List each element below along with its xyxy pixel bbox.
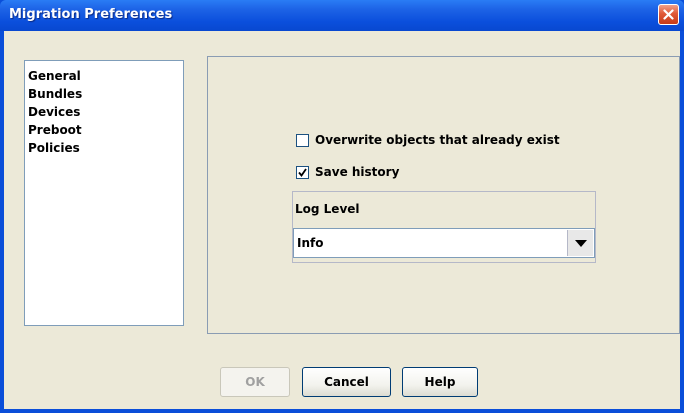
- category-item-bundles[interactable]: Bundles: [28, 85, 183, 103]
- general-settings-panel: Overwrite objects that already exist Sav…: [207, 56, 680, 334]
- preferences-category-list[interactable]: General Bundles Devices Preboot Policies: [24, 60, 184, 326]
- overwrite-label: Overwrite objects that already exist: [315, 133, 560, 147]
- window-title: Migration Preferences: [9, 7, 173, 22]
- save-history-option[interactable]: Save history: [296, 165, 399, 179]
- category-item-general[interactable]: General: [28, 67, 183, 85]
- close-x-icon: [663, 9, 674, 20]
- log-level-selected-value: Info: [297, 236, 324, 250]
- log-level-dropdown[interactable]: Info: [293, 228, 595, 258]
- category-item-devices[interactable]: Devices: [28, 103, 183, 121]
- chevron-down-icon: [574, 239, 587, 247]
- overwrite-option[interactable]: Overwrite objects that already exist: [296, 133, 560, 147]
- cancel-button[interactable]: Cancel: [302, 367, 391, 397]
- checkmark-icon: [298, 167, 307, 177]
- title-bar[interactable]: Migration Preferences: [0, 0, 684, 31]
- dropdown-arrow-button[interactable]: [567, 230, 593, 256]
- overwrite-checkbox[interactable]: [296, 133, 309, 147]
- migration-preferences-dialog: Migration Preferences General Bundles De…: [0, 0, 684, 413]
- category-item-policies[interactable]: Policies: [28, 139, 183, 157]
- category-item-preboot[interactable]: Preboot: [28, 121, 183, 139]
- ok-button[interactable]: OK: [220, 367, 290, 397]
- save-history-label: Save history: [315, 165, 400, 179]
- close-button[interactable]: [658, 4, 679, 25]
- dialog-body: General Bundles Devices Preboot Policies…: [4, 31, 680, 409]
- save-history-checkbox[interactable]: [296, 165, 309, 179]
- log-level-label: Log Level: [295, 202, 360, 216]
- help-button[interactable]: Help: [402, 367, 478, 397]
- log-level-group: Log Level Info: [292, 191, 596, 263]
